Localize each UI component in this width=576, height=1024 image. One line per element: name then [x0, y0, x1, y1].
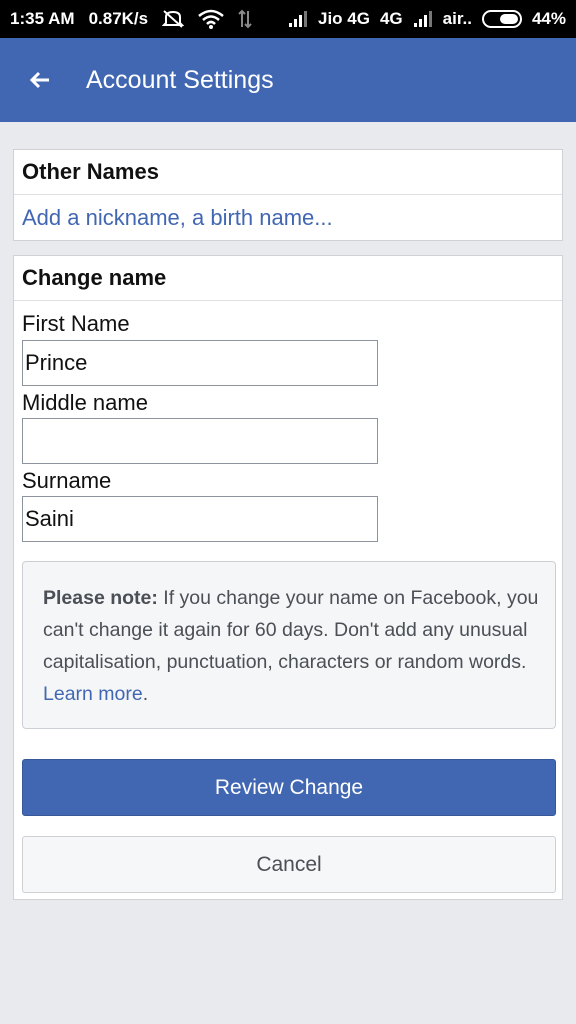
other-names-card: Other Names Add a nickname, a birth name… [13, 149, 563, 241]
review-change-button[interactable]: Review Change [22, 759, 556, 816]
note-end: . [142, 683, 149, 705]
middle-name-input[interactable] [22, 418, 378, 464]
status-bar: 1:35 AM 0.87K/s Jio 4G 4G air.. 44% [0, 0, 576, 38]
learn-more-link[interactable]: Learn more [43, 683, 143, 705]
add-nickname-link[interactable]: Add a nickname, a birth name... [14, 195, 562, 240]
carrier-1: Jio 4G [318, 9, 370, 28]
battery-icon [481, 10, 522, 28]
other-names-heading: Other Names [14, 150, 562, 195]
mute-icon [162, 9, 185, 29]
first-name-label: First Name [22, 311, 130, 336]
signal-icon [288, 10, 308, 28]
note-bold: Please note: [43, 587, 158, 609]
app-bar: Account Settings [0, 38, 576, 122]
wifi-icon [198, 9, 224, 29]
status-speed: 0.87K/s [88, 9, 149, 28]
name-change-note: Please note: If you change your name on … [22, 561, 556, 729]
change-name-heading: Change name [14, 256, 562, 301]
network-type: 4G [379, 9, 403, 28]
first-name-input[interactable] [22, 340, 378, 386]
middle-name-label: Middle name [22, 390, 148, 415]
cancel-button[interactable]: Cancel [22, 836, 556, 893]
carrier-2: air.. [442, 9, 472, 28]
signal-icon-2 [413, 10, 433, 28]
back-button[interactable] [0, 38, 80, 122]
change-name-card: Change name First Name Middle name Surna… [13, 255, 563, 900]
surname-label: Surname [22, 468, 112, 493]
page-title: Account Settings [86, 65, 274, 94]
status-time: 1:35 AM [10, 9, 75, 28]
arrow-left-icon [29, 71, 49, 89]
data-transfer-icon [238, 9, 252, 29]
battery-percent: 44% [531, 9, 566, 28]
surname-input[interactable] [22, 496, 378, 542]
